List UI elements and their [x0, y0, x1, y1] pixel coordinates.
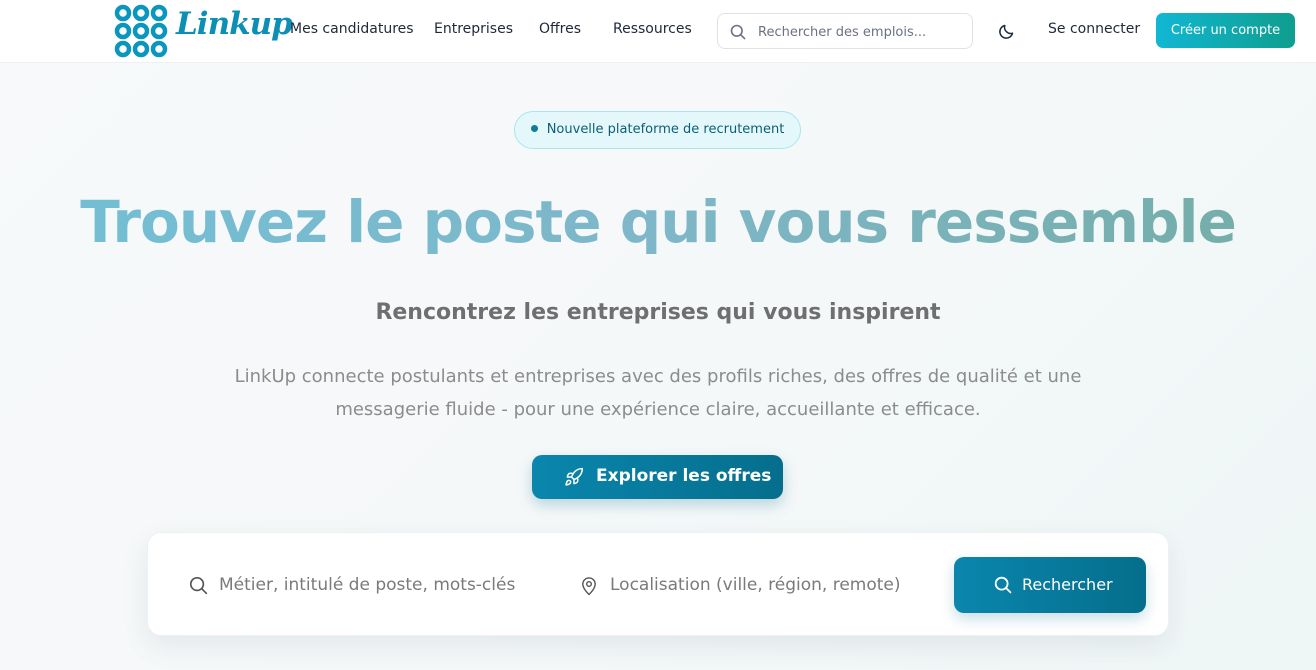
- job-search-card: Rechercher: [147, 532, 1169, 636]
- announcement-badge: Nouvelle plateforme de recrutement: [514, 111, 801, 149]
- top-navbar: Linkup Mes candidatures Entreprises Offr…: [0, 0, 1316, 63]
- badge-label: Nouvelle plateforme de recrutement: [546, 122, 785, 137]
- nav-item-mes-candidatures[interactable]: Mes candidatures: [290, 21, 414, 37]
- search-icon: [994, 576, 1012, 594]
- location-input[interactable]: [610, 573, 930, 597]
- hero-title: Trouvez le poste qui vous ressemble: [0, 188, 1316, 256]
- badge-dot-icon: [530, 125, 538, 132]
- nav-item-offres[interactable]: Offres: [539, 21, 581, 37]
- job-keywords-input[interactable]: [219, 573, 539, 597]
- map-pin-icon: [582, 577, 596, 596]
- job-search-field[interactable]: [189, 563, 549, 607]
- brand-logo[interactable]: Linkup: [114, 4, 293, 58]
- explore-offers-button[interactable]: Explorer les offres: [532, 455, 783, 499]
- moon-icon[interactable]: [997, 21, 1017, 41]
- nav-item-entreprises[interactable]: Entreprises: [434, 21, 513, 37]
- header-search-box[interactable]: [717, 13, 973, 49]
- header-search-input[interactable]: [758, 22, 958, 42]
- search-submit-label: Rechercher: [1022, 575, 1113, 594]
- logo-mark-icon: [114, 4, 168, 58]
- explore-offers-label: Explorer les offres: [596, 466, 772, 486]
- search-submit-button[interactable]: Rechercher: [954, 557, 1146, 613]
- brand-name: Linkup: [176, 6, 293, 42]
- hero-subtitle: Rencontrez les entreprises qui vous insp…: [375, 300, 941, 325]
- hero-description: LinkUp connecte postulants et entreprise…: [234, 366, 1082, 420]
- location-search-field[interactable]: [580, 563, 940, 607]
- rocket-icon: [565, 467, 584, 486]
- search-icon: [189, 576, 208, 595]
- signup-button[interactable]: Créer un compte: [1156, 13, 1295, 48]
- nav-item-ressources[interactable]: Ressources: [613, 21, 692, 37]
- search-icon: [730, 24, 746, 40]
- login-link[interactable]: Se connecter: [1048, 21, 1140, 37]
